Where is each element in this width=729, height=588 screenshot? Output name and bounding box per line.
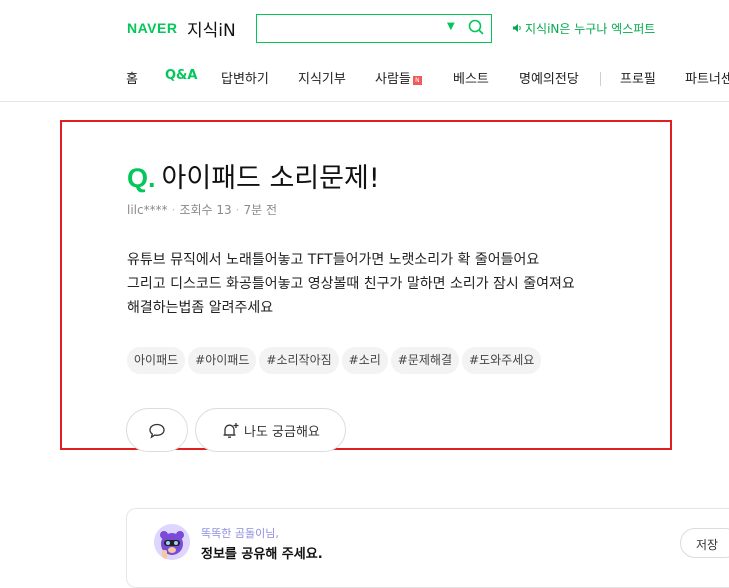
meta-separator: · (235, 203, 240, 217)
nav-people[interactable]: 사람들 N (375, 68, 422, 87)
nav-best[interactable]: 베스트 (453, 68, 489, 87)
post-time: 7분 전 (243, 203, 278, 217)
search-dropdown-icon[interactable]: ▼ (447, 21, 455, 32)
bear-avatar-icon (154, 524, 190, 560)
author-name[interactable]: lilc**** (127, 203, 168, 217)
question-meta: lilc**** · 조회수 13 · 7분 전 (127, 201, 277, 218)
tag-chip[interactable]: #문제해결 (390, 347, 460, 374)
search-icon[interactable] (467, 18, 485, 36)
speaker-icon (513, 24, 521, 32)
question-mark: Q. (127, 163, 156, 193)
tag-list: 아이패드 #아이패드 #소리작아짐 #소리 #문제해결 #도와주세요 (127, 347, 544, 375)
tag-chip[interactable]: 아이패드 (127, 347, 186, 374)
nav-partner-center[interactable]: 파트너센 (685, 68, 729, 87)
nav-answer[interactable]: 답변하기 (221, 68, 269, 87)
comment-button[interactable] (126, 408, 188, 452)
main-nav: 홈 Q&A 답변하기 지식기부 사람들 N 베스트 명예의전당 프로필 파트너센 (0, 58, 729, 102)
tag-chip[interactable]: #도와주세요 (462, 347, 542, 374)
jisikin-logo[interactable]: 지식iN (187, 16, 236, 41)
meta-separator: · (171, 203, 176, 217)
question-title-text: 아이패드 소리문제! (161, 163, 380, 194)
answer-hint: 똑똑한 곰돌이님, (201, 527, 279, 540)
nav-people-label: 사람들 (375, 72, 411, 87)
question-title: Q. 아이패드 소리문제! (127, 156, 380, 195)
bell-plus-icon (223, 423, 239, 438)
save-label: 저장 (696, 538, 719, 552)
nav-donation[interactable]: 지식기부 (298, 68, 346, 87)
naver-logo[interactable]: NAVER (127, 20, 177, 36)
avatar (154, 524, 190, 560)
tag-chip[interactable]: #소리작아짐 (259, 347, 339, 374)
tag-chip[interactable]: #아이패드 (188, 347, 257, 374)
expert-notice-link[interactable]: 지식iN은 누구나 엑스퍼트 (512, 20, 655, 37)
tag-chip[interactable]: #소리 (341, 347, 388, 374)
body-line: 유튜브 뮤직에서 노래틀어놓고 TFT들어가면 노랫소리가 확 줄어들어요 (127, 252, 540, 268)
curious-label: 나도 궁금해요 (244, 425, 320, 440)
nav-qna[interactable]: Q&A (165, 68, 197, 83)
nav-home[interactable]: 홈 (126, 68, 138, 87)
curious-button[interactable]: 나도 궁금해요 (195, 408, 346, 452)
answer-prompt[interactable]: 정보를 공유해 주세요. (201, 543, 323, 562)
nav-profile[interactable]: 프로필 (620, 68, 656, 87)
question-body: 유튜브 뮤직에서 노래틀어놓고 TFT들어가면 노랫소리가 확 줄어들어요 그리… (127, 248, 667, 320)
new-badge: N (412, 76, 422, 85)
body-line: 그리고 디스코드 화공틀어놓고 영상볼때 친구가 말하면 소리가 잠시 줄여져요 (127, 276, 575, 292)
nav-divider (600, 72, 601, 86)
nav-hall-of-fame[interactable]: 명예의전당 (519, 68, 579, 87)
body-line: 해결하는법좀 알려주세요 (127, 300, 274, 316)
view-count: 조회수 13 (179, 203, 232, 217)
comment-icon (149, 423, 165, 439)
save-button[interactable]: 저장 (680, 528, 729, 558)
search-input[interactable]: ▼ (256, 14, 492, 43)
expert-notice-text: 지식iN은 누구나 엑스퍼트 (525, 22, 656, 36)
top-header: NAVER 지식iN ▼ 지식iN은 누구나 엑스퍼트 (0, 0, 729, 58)
